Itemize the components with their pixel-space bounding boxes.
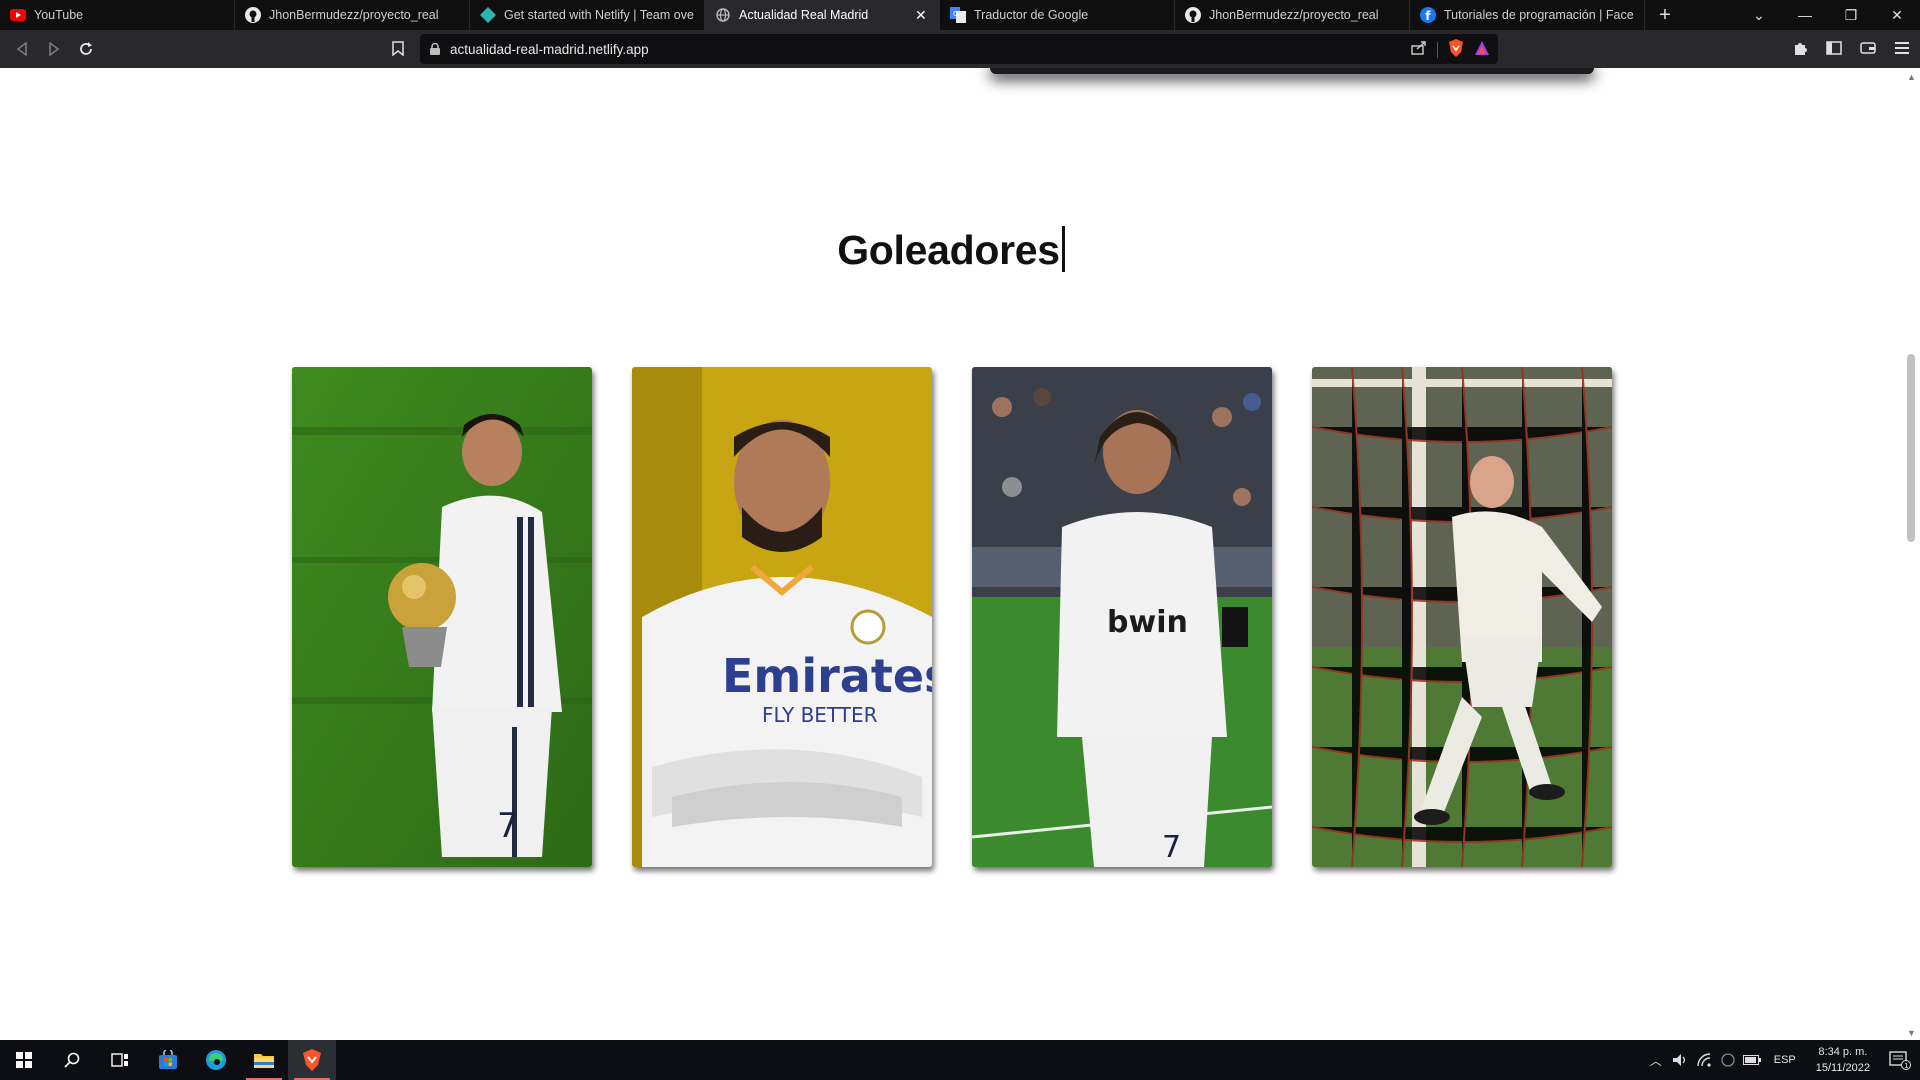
- google-translate-icon: G: [950, 7, 966, 23]
- brave-rewards-icon[interactable]: [1474, 40, 1490, 59]
- brave-shields-icon[interactable]: [1448, 39, 1464, 60]
- microsoft-store-icon[interactable]: [144, 1040, 192, 1080]
- netlify-icon: [480, 7, 496, 23]
- svg-text:7: 7: [497, 806, 519, 846]
- player-photo: [1312, 367, 1612, 867]
- divider: [1437, 41, 1438, 58]
- tab-title: Traductor de Google: [974, 8, 1089, 22]
- meet-now-icon[interactable]: [1716, 1053, 1740, 1067]
- github-icon: [1185, 7, 1201, 23]
- tab-title: JhonBermudezz/proyecto_real: [1209, 8, 1379, 22]
- tab-netlify[interactable]: Get started with Netlify | Team overvie: [470, 0, 705, 30]
- scorer-card-3[interactable]: bwin 7: [972, 367, 1272, 867]
- scorer-card-1[interactable]: 7: [292, 367, 592, 867]
- svg-text:7: 7: [1162, 830, 1181, 865]
- battery-icon[interactable]: [1740, 1055, 1764, 1065]
- scorer-card-2[interactable]: Emirates FLY BETTER: [632, 367, 932, 867]
- input-language[interactable]: ESP: [1774, 1054, 1796, 1066]
- player-photo: bwin 7: [972, 367, 1272, 867]
- web-page: Goleadores 7 Emirates FLY BETTER bwin 7: [0, 68, 1902, 1040]
- tab-github-1[interactable]: JhonBermudezz/proyecto_real: [235, 0, 470, 30]
- svg-text:bwin: bwin: [1107, 605, 1188, 640]
- bookmark-icon[interactable]: [388, 38, 408, 58]
- facebook-icon: f: [1420, 7, 1436, 23]
- reload-icon[interactable]: [70, 33, 102, 65]
- forward-icon[interactable]: [38, 33, 70, 65]
- network-wifi-icon[interactable]: [1692, 1053, 1716, 1067]
- system-tray: ︿ ESP 8:34 p. m. 15/11/2022 1: [1644, 1040, 1920, 1080]
- player-photo: 7: [292, 367, 592, 867]
- tab-title: Tutoriales de programación | Facebo: [1444, 8, 1634, 22]
- url-text[interactable]: actualidad-real-madrid.netlify.app: [450, 42, 649, 57]
- toolbar-actions: [1788, 36, 1914, 60]
- volume-icon[interactable]: [1668, 1053, 1692, 1067]
- address-bar[interactable]: actualidad-real-madrid.netlify.app: [420, 34, 1498, 64]
- tab-title: Get started with Netlify | Team overvie: [504, 8, 694, 22]
- player-photo: Emirates FLY BETTER: [632, 367, 932, 867]
- section-heading: Goleadores: [0, 226, 1902, 274]
- svg-text:Emirates: Emirates: [722, 649, 932, 703]
- tab-youtube[interactable]: YouTube: [0, 0, 235, 30]
- youtube-icon: [10, 7, 26, 23]
- tab-strip: YouTube JhonBermudezz/proyecto_real Get …: [0, 0, 1920, 30]
- typing-cursor: [1061, 226, 1065, 272]
- restore-icon[interactable]: ❐: [1828, 0, 1874, 30]
- new-tab-button[interactable]: +: [1645, 0, 1685, 30]
- scroll-up-arrow-icon[interactable]: ▲: [1907, 72, 1916, 82]
- page-scrollbar[interactable]: ▲ ▼: [1902, 68, 1920, 1040]
- windows-start-icon[interactable]: [0, 1040, 48, 1080]
- svg-text:FLY BETTER: FLY BETTER: [762, 703, 878, 727]
- wallet-icon[interactable]: [1856, 36, 1880, 60]
- tab-actualidad-real-madrid[interactable]: Actualidad Real Madrid ✕: [705, 0, 940, 30]
- extensions-icon[interactable]: [1788, 36, 1812, 60]
- tab-search-chevron-icon[interactable]: ⌄: [1736, 0, 1782, 30]
- close-window-icon[interactable]: ✕: [1874, 0, 1920, 30]
- tab-title: JhonBermudezz/proyecto_real: [269, 8, 439, 22]
- tab-facebook[interactable]: f Tutoriales de programación | Facebo: [1410, 0, 1645, 30]
- browser-toolbar: actualidad-real-madrid.netlify.app: [0, 30, 1920, 68]
- file-explorer-icon[interactable]: [240, 1040, 288, 1080]
- svg-text:f: f: [1425, 9, 1431, 23]
- clock-time: 8:34 p. m.: [1818, 1046, 1868, 1058]
- tab-google-translate[interactable]: G Traductor de Google: [940, 0, 1175, 30]
- tab-title: YouTube: [34, 8, 84, 22]
- share-icon[interactable]: [1411, 41, 1427, 58]
- brave-browser-icon[interactable]: [288, 1040, 336, 1080]
- back-icon[interactable]: [6, 33, 38, 65]
- svg-text:G: G: [953, 10, 958, 18]
- sidebar-icon[interactable]: [1822, 36, 1846, 60]
- edge-browser-icon[interactable]: [192, 1040, 240, 1080]
- notification-count: 1: [1904, 1062, 1908, 1070]
- scorer-card-4[interactable]: [1312, 367, 1612, 867]
- github-icon: [245, 7, 261, 23]
- globe-icon: [715, 7, 731, 23]
- scroll-down-arrow-icon[interactable]: ▼: [1907, 1028, 1916, 1038]
- windows-taskbar: ︿ ESP 8:34 p. m. 15/11/2022 1: [0, 1040, 1920, 1080]
- window-controls: ⌄ — ❐ ✕: [1736, 0, 1920, 30]
- menu-icon[interactable]: [1890, 36, 1914, 60]
- lock-icon[interactable]: [420, 43, 450, 55]
- notifications-icon[interactable]: 1: [1880, 1040, 1920, 1080]
- tab-title: Actualidad Real Madrid: [739, 8, 869, 22]
- task-view-icon[interactable]: [96, 1040, 144, 1080]
- search-icon[interactable]: [48, 1040, 96, 1080]
- clock-date: 15/11/2022: [1815, 1062, 1870, 1074]
- scrollbar-thumb[interactable]: [1907, 354, 1915, 542]
- show-hidden-icons-chevron-icon[interactable]: ︿: [1644, 1052, 1668, 1069]
- section-title: Goleadores: [837, 227, 1060, 273]
- minimize-icon[interactable]: —: [1782, 0, 1828, 30]
- close-tab-icon[interactable]: ✕: [915, 7, 929, 24]
- previous-image-bottom-edge: [990, 68, 1594, 74]
- tab-github-2[interactable]: JhonBermudezz/proyecto_real: [1175, 0, 1410, 30]
- clock[interactable]: 8:34 p. m. 15/11/2022: [1816, 1044, 1870, 1076]
